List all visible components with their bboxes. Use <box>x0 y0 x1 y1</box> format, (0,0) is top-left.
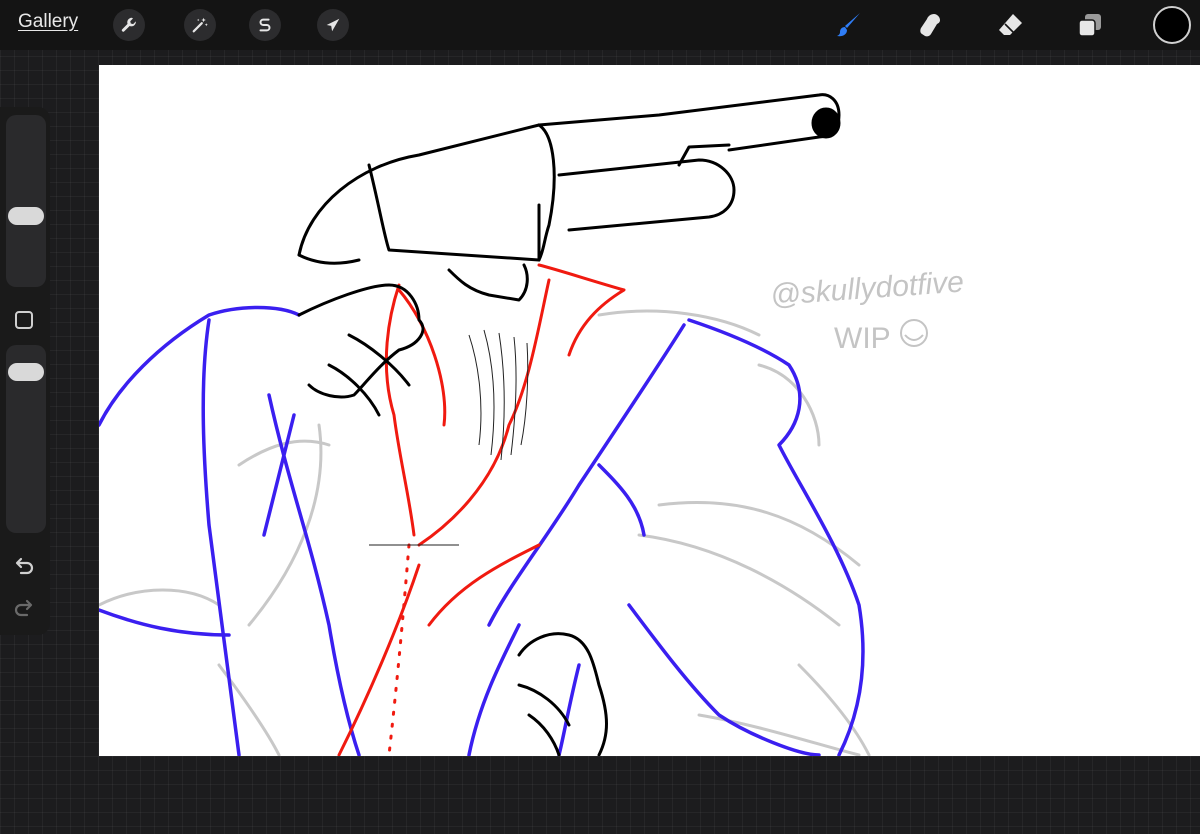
brush-size-slider[interactable] <box>6 115 46 287</box>
wip-text: WIP <box>834 322 891 355</box>
wrench-icon <box>121 17 136 32</box>
signature-text: @skullydotfive <box>769 266 965 312</box>
shirt-strokes <box>337 263 626 756</box>
undo-icon[interactable] <box>13 555 35 577</box>
transform-button[interactable] <box>317 9 349 41</box>
color-picker-button[interactable] <box>1153 6 1191 44</box>
brush-icon <box>837 13 860 37</box>
smudge-icon <box>920 14 940 37</box>
drawing-canvas[interactable]: @skullydotfive WIP <box>99 65 1200 756</box>
artwork: @skullydotfive WIP <box>99 93 965 756</box>
top-toolbar: Gallery <box>0 0 1200 50</box>
layers-button[interactable] <box>1073 8 1107 42</box>
gallery-button[interactable]: Gallery <box>18 11 78 33</box>
left-sidebar <box>0 107 50 635</box>
opacity-slider[interactable] <box>6 345 46 533</box>
redo-icon[interactable] <box>13 597 35 619</box>
brush-tool[interactable] <box>832 8 866 42</box>
actions-button[interactable] <box>113 9 145 41</box>
modify-square-icon[interactable] <box>15 311 33 329</box>
magic-wand-icon <box>192 17 208 33</box>
transform-arrow-icon <box>326 18 340 32</box>
jacket-strokes <box>99 305 865 756</box>
layers-icon <box>1078 14 1101 37</box>
selection-button[interactable] <box>249 9 281 41</box>
brush-size-knob[interactable] <box>8 207 44 225</box>
ink-strokes <box>297 93 841 756</box>
smudge-tool[interactable] <box>913 8 947 42</box>
opacity-knob[interactable] <box>8 363 44 381</box>
watermark: @skullydotfive WIP <box>769 266 965 355</box>
eraser-tool[interactable] <box>993 8 1027 42</box>
selection-s-icon <box>259 18 271 32</box>
eraser-icon <box>999 14 1022 35</box>
sketch-strokes <box>99 309 871 756</box>
adjustments-button[interactable] <box>184 9 216 41</box>
